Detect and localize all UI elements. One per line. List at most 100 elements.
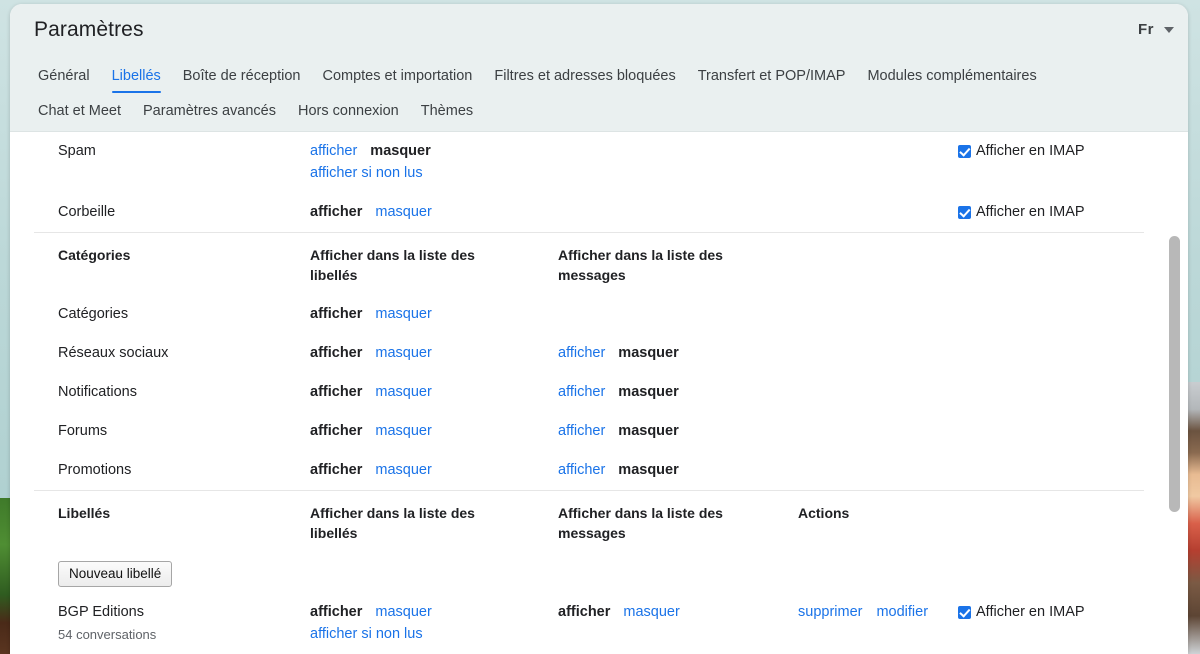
forums-label-list-hide-option[interactable]: masquer bbox=[375, 423, 431, 439]
tab-modules-compl-mentaires[interactable]: Modules complémentaires bbox=[856, 56, 1047, 97]
tab-row-secondary: Chat et Meet Paramètres avancés Hors conne… bbox=[34, 97, 1164, 131]
cat-gories-name-cell: Catégories bbox=[34, 304, 310, 324]
tab-th-mes[interactable]: Thèmes bbox=[410, 97, 484, 131]
new-label-cell: Nouveau libellé bbox=[34, 559, 310, 587]
corbeille-name-cell: Corbeille bbox=[34, 202, 310, 222]
spam-name: Spam bbox=[58, 143, 96, 159]
language-selector[interactable]: Fr bbox=[1138, 21, 1174, 38]
bgp-editions-imap-toggle[interactable]: Afficher en IMAP bbox=[958, 602, 1144, 622]
notifications-label-list-cell: afficher masquer bbox=[310, 382, 558, 403]
cat-gories-label-list-hide-option[interactable]: masquer bbox=[375, 306, 431, 322]
table-row: Réseaux sociaux afficher masquer afficher ma… bbox=[34, 334, 1144, 373]
tab-filtres-et-adresses-bloqu-es[interactable]: Filtres et adresses bloquées bbox=[483, 56, 686, 97]
bgp-editions-delete-link[interactable]: supprimer bbox=[798, 604, 862, 620]
corbeille-label-list-cell: afficher masquer bbox=[310, 202, 558, 223]
bgp-editions-label-list-show-if-unread-option[interactable]: afficher si non lus bbox=[310, 624, 558, 645]
tab-libell-s[interactable]: Libellés bbox=[101, 56, 172, 97]
tab-transfert-et-pop-imap[interactable]: Transfert et POP/IMAP bbox=[687, 56, 857, 97]
bgp-editions-imap-cell: Afficher en IMAP bbox=[958, 602, 1144, 622]
bgp-editions-message-list-hide-option[interactable]: masquer bbox=[623, 604, 679, 620]
r-seaux-sociaux-label-list-show-option: afficher bbox=[310, 345, 363, 361]
promotions-name-cell: Promotions bbox=[34, 460, 310, 480]
r-seaux-sociaux-message-list-options: afficher masquer bbox=[558, 343, 798, 364]
imap-label: Afficher en IMAP bbox=[976, 143, 1085, 159]
notifications-message-list-show-option[interactable]: afficher bbox=[558, 384, 605, 400]
spam-imap-toggle[interactable]: Afficher en IMAP bbox=[958, 141, 1144, 161]
forums-message-list-cell: afficher masquer bbox=[558, 421, 798, 442]
notifications-label-list-options: afficher masquer bbox=[310, 382, 558, 403]
labels-labels-column-header: Afficher dans la liste des libellés bbox=[310, 503, 558, 543]
scrollbar-thumb[interactable] bbox=[1169, 236, 1180, 512]
language-label: Fr bbox=[1138, 21, 1154, 38]
promotions-message-list-hide-option: masquer bbox=[618, 462, 679, 478]
promotions-label-list-hide-option[interactable]: masquer bbox=[375, 462, 431, 478]
promotions-message-list-cell: afficher masquer bbox=[558, 460, 798, 481]
settings-scroll-area[interactable]: Spam afficher masquer afficher si non lus Af… bbox=[10, 132, 1188, 654]
tab-chat-et-meet[interactable]: Chat et Meet bbox=[34, 97, 132, 131]
tab-param-tres-avanc-s[interactable]: Paramètres avancés bbox=[132, 97, 287, 131]
promotions-label-list-show-option: afficher bbox=[310, 462, 363, 478]
promotions-name: Promotions bbox=[58, 462, 132, 478]
labels-table: Spam afficher masquer afficher si non lus Af… bbox=[34, 132, 1144, 654]
bgp-editions-message-list-options: afficher masquer bbox=[558, 602, 798, 623]
forums-message-list-show-option[interactable]: afficher bbox=[558, 423, 605, 439]
spam-label-list-show-option[interactable]: afficher bbox=[310, 143, 357, 159]
forums-message-list-options: afficher masquer bbox=[558, 421, 798, 442]
corbeille-imap-cell: Afficher en IMAP bbox=[958, 202, 1144, 222]
cat-gories-label-list-show-option: afficher bbox=[310, 306, 363, 322]
column-header-label-list: Afficher dans la liste des libellés bbox=[310, 505, 475, 541]
bgp-editions-message-list-cell: afficher masquer bbox=[558, 602, 798, 623]
notifications-label-list-hide-option[interactable]: masquer bbox=[375, 384, 431, 400]
settings-tabbar: Général Libellés Boîte de réception Comptes… bbox=[10, 56, 1188, 132]
new-label-button[interactable]: Nouveau libellé bbox=[58, 561, 173, 587]
promotions-label-list-options: afficher masquer bbox=[310, 460, 558, 481]
bgp-editions-message-list-show-option: afficher bbox=[558, 604, 611, 620]
tab-hors-connexion[interactable]: Hors connexion bbox=[287, 97, 410, 131]
forums-name-cell: Forums bbox=[34, 421, 310, 441]
bgp-editions-name: BGP Editions bbox=[58, 604, 144, 620]
bgp-editions-label-list-hide-option[interactable]: masquer bbox=[375, 604, 431, 620]
r-seaux-sociaux-label-list-hide-option[interactable]: masquer bbox=[375, 345, 431, 361]
r-seaux-sociaux-message-list-cell: afficher masquer bbox=[558, 343, 798, 364]
notifications-message-list-cell: afficher masquer bbox=[558, 382, 798, 403]
spam-label-list-options: afficher masquer afficher si non lus bbox=[310, 141, 558, 184]
cat-gories-label-list-cell: afficher masquer bbox=[310, 304, 558, 325]
checkbox-checked-icon[interactable] bbox=[958, 205, 971, 219]
bgp-editions-conversation-count: 54 conversations bbox=[58, 627, 157, 642]
new-label-row: Nouveau libellé bbox=[34, 553, 1144, 593]
bgp-editions-name-cell: BGP Editions 54 conversations bbox=[34, 602, 310, 645]
bgp-editions-label-list-show-option: afficher bbox=[310, 604, 363, 620]
scrollbar-track[interactable] bbox=[1169, 132, 1184, 654]
bgp-editions-actions-cell: supprimer modifier bbox=[798, 602, 958, 623]
r-seaux-sociaux-message-list-hide-option: masquer bbox=[618, 345, 679, 361]
bgp-editions-edit-link[interactable]: modifier bbox=[876, 604, 928, 620]
forums-name: Forums bbox=[58, 423, 108, 439]
notifications-name-cell: Notifications bbox=[34, 382, 310, 402]
settings-dialog: Paramètres Fr Général Libellés Boîte de ré… bbox=[10, 4, 1188, 654]
chevron-down-icon bbox=[1164, 26, 1174, 33]
corbeille-imap-toggle[interactable]: Afficher en IMAP bbox=[958, 202, 1144, 222]
checkbox-checked-icon[interactable] bbox=[958, 144, 971, 158]
corbeille-label-list-show-option: afficher bbox=[310, 204, 363, 220]
r-seaux-sociaux-message-list-show-option[interactable]: afficher bbox=[558, 345, 605, 361]
bgp-editions-actions: supprimer modifier bbox=[798, 602, 958, 623]
labels-heading: Libellés bbox=[58, 505, 111, 521]
bgp-editions-label-list-cell: afficher masquer afficher si non lus bbox=[310, 602, 558, 645]
tab-comptes-et-importation[interactable]: Comptes et importation bbox=[311, 56, 483, 97]
forums-message-list-hide-option: masquer bbox=[618, 423, 679, 439]
table-row: BGP Editions 54 conversations afficher masq… bbox=[34, 593, 1144, 654]
imap-label: Afficher en IMAP bbox=[976, 604, 1085, 620]
categories-heading: Catégories bbox=[58, 247, 131, 263]
cat-gories-name: Catégories bbox=[58, 306, 129, 322]
table-row: Notifications afficher masquer afficher masq… bbox=[34, 373, 1144, 412]
spam-label-list-show-if-unread-option[interactable]: afficher si non lus bbox=[310, 163, 558, 184]
r-seaux-sociaux-label-list-options: afficher masquer bbox=[310, 343, 558, 364]
corbeille-label-list-hide-option[interactable]: masquer bbox=[375, 204, 431, 220]
promotions-message-list-show-option[interactable]: afficher bbox=[558, 462, 605, 478]
spam-label-list-hide-option: masquer bbox=[370, 143, 431, 159]
categories-heading-cell: Catégories bbox=[34, 245, 310, 265]
tab-bo-te-de-r-ception[interactable]: Boîte de réception bbox=[172, 56, 312, 97]
checkbox-checked-icon[interactable] bbox=[958, 605, 971, 619]
table-row: Catégories afficher masquer bbox=[34, 295, 1144, 334]
tab-g-n-ral[interactable]: Général bbox=[34, 56, 101, 97]
